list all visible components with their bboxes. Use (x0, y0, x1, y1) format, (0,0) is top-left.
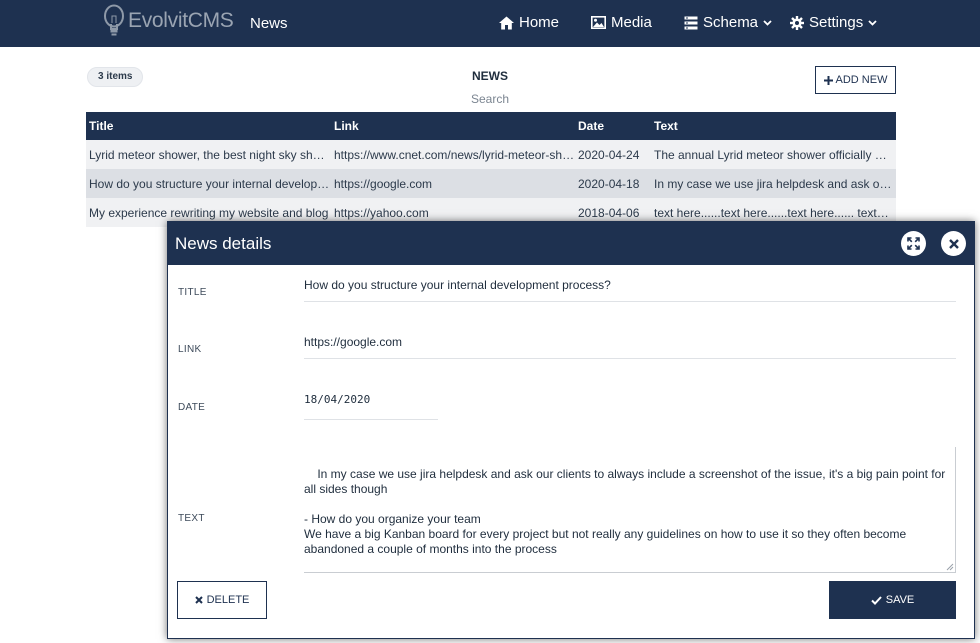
nav-schema-label: Schema (703, 14, 759, 31)
news-table: Title Link Date Text Lyrid meteor shower… (86, 112, 896, 227)
cell-date: 2020-04-18 (578, 176, 640, 191)
cell-title: How do you structure your internal devel… (89, 176, 331, 191)
nav-media-label: Media (611, 14, 652, 31)
delete-button[interactable]: DELETE (177, 581, 267, 619)
check-icon (871, 595, 882, 605)
cell-link: https://yahoo.com (334, 205, 429, 220)
chevron-down-icon (763, 19, 772, 26)
title-field-label: TITLE (178, 287, 207, 298)
modal-title: News details (175, 234, 272, 253)
section-title: News (250, 15, 288, 32)
nav-schema[interactable]: Schema (684, 14, 772, 31)
nav-home-label: Home (519, 14, 560, 31)
delete-label: DELETE (206, 594, 250, 606)
cell-title: Lyrid meteor shower, the best night sky … (89, 147, 331, 162)
cell-link: https://www.cnet.com/news/lyrid-meteor-s… (334, 147, 575, 162)
home-icon (499, 16, 514, 29)
table-header: Title Link Date Text (86, 112, 896, 140)
column-header-text[interactable]: Text (651, 119, 896, 133)
link-field-label: LINK (178, 344, 202, 355)
add-new-label: ADD NEW (835, 74, 888, 86)
cell-text: The annual Lyrid meteor shower officiall… (654, 147, 896, 162)
column-header-date[interactable]: Date (575, 119, 651, 133)
expand-icon (907, 237, 920, 250)
close-button[interactable] (941, 231, 966, 256)
text-field[interactable]: In my case we use jira helpdesk and ask … (304, 447, 956, 573)
close-icon (948, 238, 959, 249)
lightbulb-icon (103, 4, 125, 38)
cell-date: 2018-04-06 (578, 205, 640, 220)
chevron-down-icon (868, 19, 877, 26)
text-field-label: TEXT (178, 513, 205, 524)
table-body: Lyrid meteor shower, the best night sky … (86, 140, 896, 227)
cell-date: 2020-04-24 (578, 147, 640, 162)
cell-link: https://google.com (334, 176, 433, 191)
table-row[interactable]: Lyrid meteor shower, the best night sky … (86, 140, 896, 169)
link-field[interactable]: https://google.com (304, 335, 956, 359)
modal-header: News details (168, 222, 974, 265)
add-new-button[interactable]: ADD NEW (815, 66, 896, 94)
gear-icon (790, 15, 804, 30)
image-icon (591, 16, 606, 29)
date-field[interactable]: 18/04/2020 (304, 393, 438, 420)
nav-media[interactable]: Media (591, 14, 652, 31)
cell-title: My experience rewriting my website and b… (89, 205, 329, 220)
database-icon (684, 16, 698, 29)
text-field-content: In my case we use jira helpdesk and ask … (304, 467, 946, 556)
search-input[interactable]: Search (0, 92, 980, 106)
nav-settings-label: Settings (809, 14, 864, 31)
table-row[interactable]: How do you structure your internal devel… (86, 169, 896, 198)
resize-handle-icon[interactable] (946, 563, 954, 571)
save-label: SAVE (885, 594, 915, 606)
cell-text: text here......text here......text here.… (654, 205, 896, 220)
expand-button[interactable] (901, 231, 926, 256)
plus-icon (823, 75, 833, 85)
column-header-title[interactable]: Title (86, 119, 331, 133)
top-navbar: EvolvitCMS News Home Media Schema Settin… (0, 0, 980, 47)
column-header-link[interactable]: Link (331, 119, 575, 133)
news-details-modal: News details TITLE How do you structure … (167, 221, 975, 639)
brand-logo[interactable]: EvolvitCMS (103, 2, 234, 40)
brand-name: EvolvitCMS (128, 9, 234, 32)
close-icon (194, 596, 203, 604)
title-field[interactable]: How do you structure your internal devel… (304, 278, 956, 302)
nav-settings[interactable]: Settings (790, 14, 877, 31)
cell-text: In my case we use jira helpdesk and ask … (654, 176, 896, 191)
date-field-label: DATE (178, 402, 206, 413)
save-button[interactable]: SAVE (829, 581, 956, 619)
nav-home[interactable]: Home (499, 14, 559, 31)
